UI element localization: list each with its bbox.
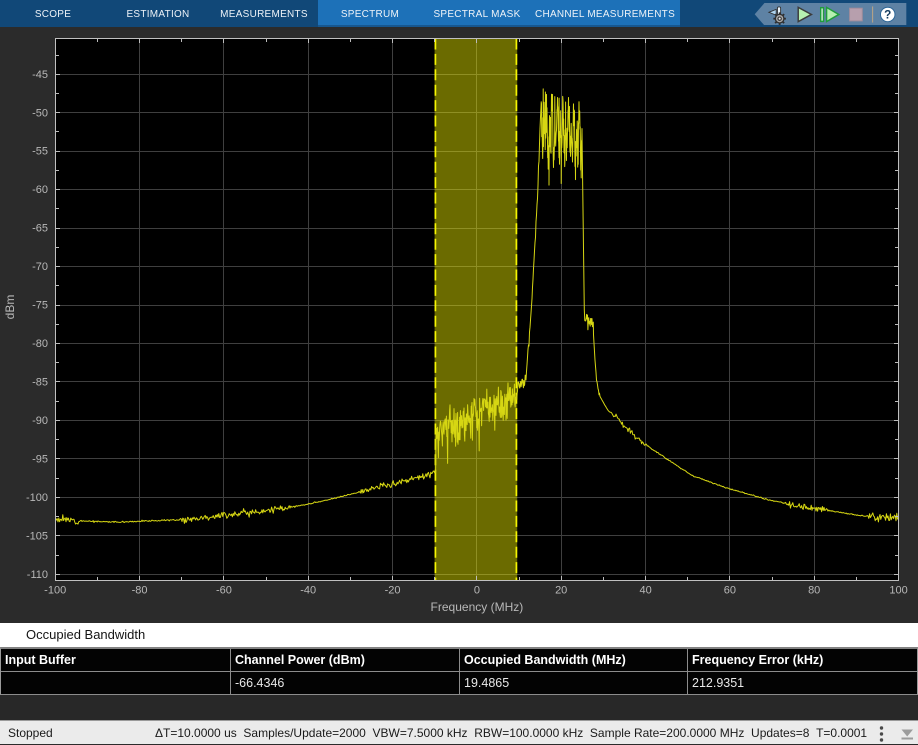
svg-text:80: 80 <box>808 585 820 597</box>
svg-text:-60: -60 <box>32 184 48 196</box>
svg-text:0: 0 <box>474 585 480 597</box>
svg-text:-50: -50 <box>32 107 48 119</box>
svg-text:-45: -45 <box>32 69 48 81</box>
svg-text:-75: -75 <box>32 300 48 312</box>
svg-text:-110: -110 <box>27 569 48 581</box>
svg-text:-60: -60 <box>216 585 232 597</box>
svg-text:-100: -100 <box>44 585 66 597</box>
svg-text:-40: -40 <box>300 585 316 597</box>
svg-text:-20: -20 <box>385 585 401 597</box>
svg-text:100: 100 <box>889 585 907 597</box>
svg-text:20: 20 <box>555 585 567 597</box>
svg-text:-90: -90 <box>32 415 48 427</box>
svg-text:-80: -80 <box>32 338 48 350</box>
svg-text:-80: -80 <box>132 585 148 597</box>
svg-text:Frequency (MHz): Frequency (MHz) <box>431 600 524 614</box>
svg-text:-55: -55 <box>32 146 48 158</box>
svg-text:?: ? <box>884 8 891 21</box>
svg-text:40: 40 <box>639 585 651 597</box>
svg-text:-70: -70 <box>32 261 48 273</box>
svg-text:-105: -105 <box>26 530 48 542</box>
svg-text:-65: -65 <box>32 223 48 235</box>
svg-text:-95: -95 <box>32 453 48 465</box>
svg-text:-100: -100 <box>26 492 48 504</box>
svg-text:60: 60 <box>724 585 736 597</box>
svg-text:-85: -85 <box>32 377 48 389</box>
svg-text:dBm: dBm <box>3 295 17 320</box>
